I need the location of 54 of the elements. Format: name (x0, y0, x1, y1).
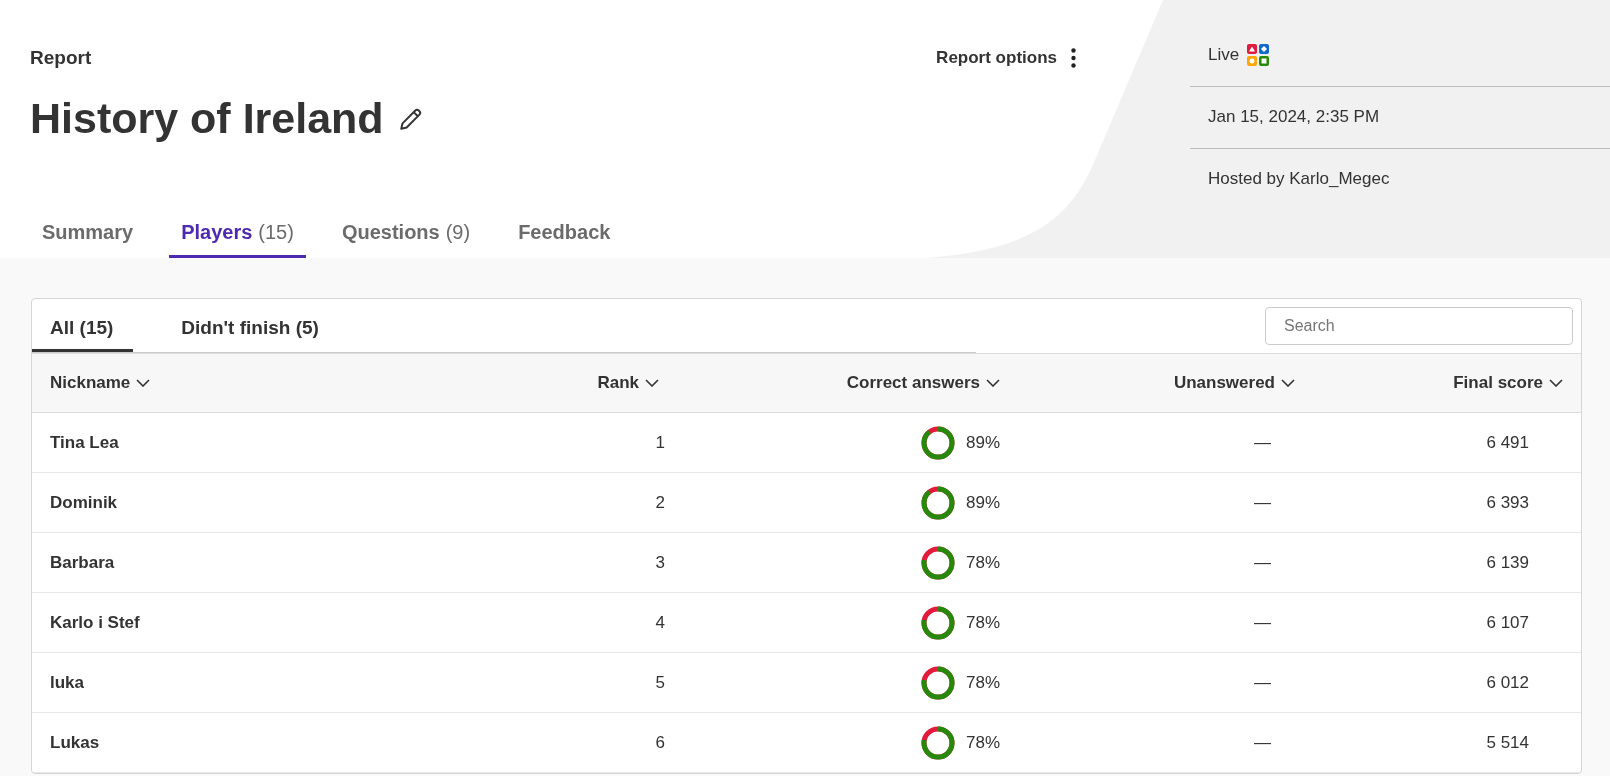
score-cell-text: 6 012 (1485, 672, 1530, 693)
percent-text: 78% (966, 672, 1002, 693)
chevron-down-icon (645, 379, 659, 387)
nickname-cell-text: luka (50, 672, 86, 693)
unanswered-cell-text: — (1253, 552, 1272, 573)
host-name: Hosted by Karlo_Megec (1207, 168, 1391, 190)
column-header[interactable]: Unanswered (1006, 373, 1301, 393)
tab[interactable]: Feedback (506, 209, 623, 258)
score-cell-text: 6 139 (1485, 552, 1530, 573)
unanswered-cell-text: — (1253, 672, 1272, 693)
nickname-cell-text: Dominik (50, 492, 119, 513)
rank-cell-text: 1 (654, 432, 665, 453)
percent-text: 78% (966, 612, 1002, 633)
page-label: Report (30, 47, 92, 69)
nickname-cell-text: Tina Lea (50, 432, 120, 453)
unanswered-cell-text: — (1253, 432, 1272, 453)
chevron-down-icon (136, 379, 151, 387)
score-cell-text: 6 107 (1485, 612, 1530, 633)
rank-cell-text: 5 (654, 672, 665, 693)
column-header[interactable]: Rank (450, 373, 665, 393)
unanswered-cell-text: — (1253, 492, 1272, 513)
percent-text: 89% (966, 492, 1002, 513)
nickname-cell-text: Lukas (50, 732, 101, 753)
unanswered-cell-text: — (1253, 732, 1272, 753)
session-date: Jan 15, 2024, 2:35 PM (1190, 87, 1610, 149)
tab[interactable]: Summary (30, 209, 146, 258)
score-cell-text: 6 491 (1485, 432, 1530, 453)
rank-cell-text: 6 (654, 732, 665, 753)
percent-text: 89% (966, 432, 1002, 453)
rank-cell-text: 3 (654, 552, 665, 573)
search-field[interactable]: Search (1265, 307, 1573, 345)
report-options-button[interactable]: Report options (932, 44, 1080, 72)
more-icon (1071, 48, 1076, 68)
score-cell-text: 5 514 (1485, 732, 1530, 753)
column-header[interactable]: Correct answers (665, 373, 1006, 393)
percent-text: 78% (966, 552, 1002, 573)
session-type: Live (1207, 45, 1240, 65)
score-cell-text: 6 393 (1485, 492, 1530, 513)
rank-cell-text: 4 (654, 612, 665, 633)
shapes-logo-icon (1247, 44, 1270, 66)
column-header[interactable]: Final score (1301, 373, 1569, 393)
percent-text: 78% (966, 732, 1002, 753)
chevron-down-icon (1549, 379, 1563, 387)
column-header[interactable]: Nickname (50, 373, 450, 393)
chevron-down-icon (1281, 379, 1295, 387)
nickname-cell-text: Karlo i Stef (50, 612, 141, 633)
unanswered-cell-text: — (1253, 612, 1272, 633)
nickname-cell-text: Barbara (50, 552, 116, 573)
filter-tab[interactable]: Didn't finish (5) (163, 305, 339, 352)
tab[interactable]: Questions (9) (329, 209, 483, 258)
chevron-down-icon (986, 379, 1000, 387)
report-title: History of Ireland (30, 94, 384, 143)
tab[interactable]: Players (15) (169, 209, 306, 258)
rank-cell-text: 2 (654, 492, 665, 513)
